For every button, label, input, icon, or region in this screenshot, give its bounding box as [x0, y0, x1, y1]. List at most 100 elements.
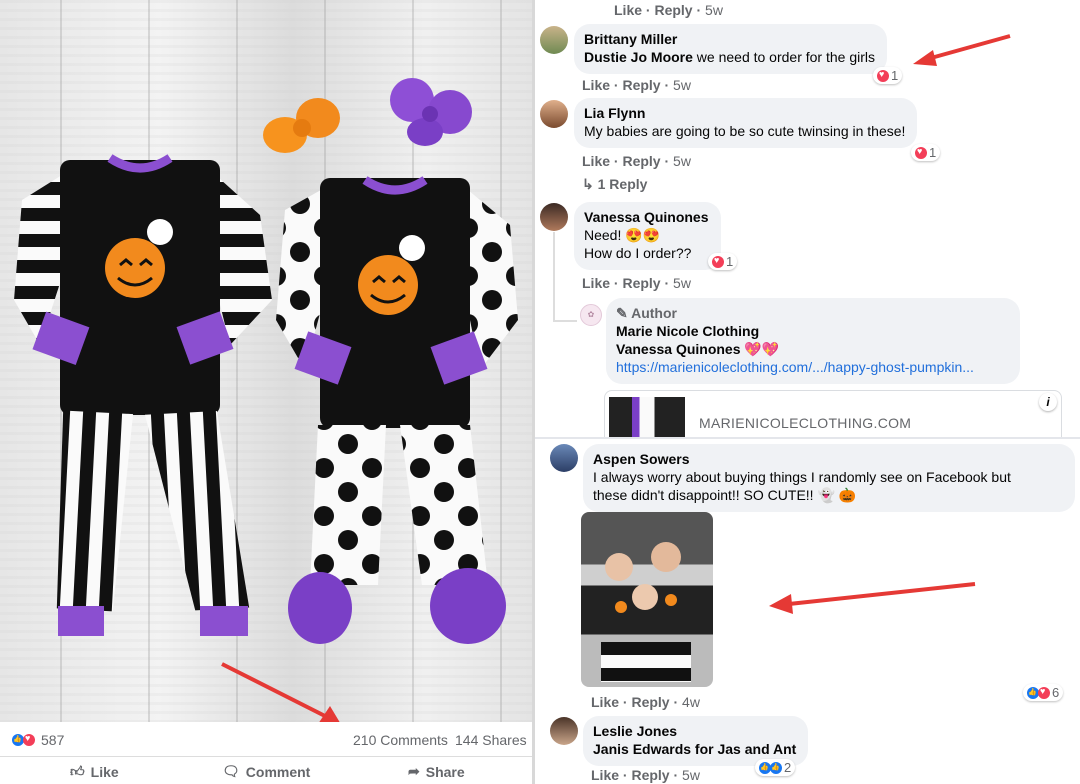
comment-reply-link[interactable]: Reply: [622, 153, 660, 169]
section-separator: [535, 437, 1080, 439]
commenter-name[interactable]: Vanessa Quinones: [584, 208, 709, 226]
avatar[interactable]: [550, 717, 578, 745]
comment-text: Need! 😍😍: [584, 227, 661, 243]
post-actions-bar: 👍︎ Like 🗨︎ Comment ➦ Share: [0, 757, 532, 784]
comment-text: Janis Edwards for Jas and Ant: [593, 741, 797, 757]
comment-age: 5w: [673, 275, 691, 291]
comments-count[interactable]: 210 Comments: [353, 732, 448, 748]
comment-reply-link[interactable]: Reply: [622, 275, 660, 291]
comment-reaction-badge[interactable]: 1: [708, 253, 738, 270]
comment-reaction-badge[interactable]: 1: [873, 67, 903, 84]
comment-like-link[interactable]: Like: [582, 275, 610, 291]
kids-photo: [601, 542, 691, 682]
reply-arrow-icon: ↳: [582, 176, 594, 192]
thumbs-up-icon: 👍︎: [70, 763, 85, 779]
comment-text: How do I order??: [584, 245, 692, 261]
reaction-count: 1: [726, 254, 734, 269]
comment-like-link[interactable]: Like: [582, 77, 610, 93]
link-preview-card[interactable]: MARIENICOLECLOTHING.COM i: [604, 390, 1062, 438]
pencil-icon: ✎: [616, 305, 628, 321]
love-reaction-icon: [877, 69, 889, 82]
like-button[interactable]: 👍︎ Like: [70, 763, 119, 780]
comment-photo[interactable]: [581, 512, 713, 687]
comment-reaction-badge[interactable]: 6: [1023, 684, 1064, 701]
shares-count[interactable]: 144 Shares: [455, 732, 527, 748]
commenter-name[interactable]: Leslie Jones: [593, 722, 796, 740]
love-reaction-icon: [1038, 686, 1050, 699]
polkadot-outfit: [276, 176, 518, 644]
comment-meta: Like · Reply · 5w: [582, 77, 691, 93]
post-photo[interactable]: [0, 0, 532, 722]
share-button[interactable]: ➦ Share: [408, 763, 465, 780]
comment-like-link[interactable]: Like: [591, 767, 619, 783]
comment-bubble: Vanessa Quinones Need! 😍😍 How do I order…: [574, 202, 721, 270]
avatar[interactable]: [540, 100, 568, 128]
comment-like-link[interactable]: Like: [614, 2, 642, 18]
comment-reply-link[interactable]: Reply: [631, 694, 669, 710]
comment-reply-link[interactable]: Reply: [631, 767, 669, 783]
comment-bubble: Brittany Miller Dustie Jo Moore we need …: [574, 24, 888, 74]
like-reaction-icon: [770, 761, 782, 774]
author-badge: ✎ Author: [616, 305, 677, 321]
commenter-name[interactable]: Marie Nicole Clothing: [616, 322, 1008, 340]
red-arrow-annotation: [769, 582, 976, 614]
share-icon: ➦: [408, 763, 420, 779]
reaction-count: 2: [784, 760, 792, 775]
avatar[interactable]: [540, 26, 568, 54]
orange-bow: [263, 98, 340, 153]
emoji: 💖💖: [744, 341, 780, 357]
comment-reply-link[interactable]: Reply: [622, 77, 660, 93]
commenter-name[interactable]: Lia Flynn: [584, 104, 905, 122]
comment-age: 5w: [673, 77, 691, 93]
comment-age: 4w: [682, 694, 700, 710]
reaction-count: 6: [1052, 685, 1060, 700]
love-reaction-icon: [23, 733, 35, 746]
commenter-name[interactable]: Brittany Miller: [584, 30, 875, 48]
comment-icon: 🗨︎: [222, 763, 240, 779]
comment-meta: Like · Reply · 5w: [614, 2, 723, 18]
comment-meta: Like · Reply · 4w: [591, 694, 700, 710]
like-label: Like: [90, 763, 119, 780]
reaction-count: 1: [891, 68, 899, 83]
author-reply-bubble: ✎ Author Marie Nicole Clothing Vanessa Q…: [606, 298, 1020, 384]
comment-text: I always worry about buying things I ran…: [593, 469, 1011, 485]
comment-like-link[interactable]: Like: [582, 153, 610, 169]
pajamas-illustration: [14, 78, 518, 722]
comment-reaction-badge[interactable]: 1: [911, 144, 941, 161]
thread-line: [553, 232, 555, 322]
replies-count: 1 Reply: [597, 176, 648, 192]
comment-text: these didn't disappoint!! SO CUTE!! 👻 🎃: [593, 487, 857, 503]
tagged-user[interactable]: Vanessa Quinones: [616, 341, 741, 357]
commenter-name[interactable]: Aspen Sowers: [593, 450, 1063, 468]
avatar[interactable]: ✿: [580, 304, 602, 326]
comment-bubble: Lia Flynn My babies are going to be so c…: [574, 98, 918, 148]
love-reaction-icon: [915, 146, 927, 159]
comment-button[interactable]: 🗨︎ Comment: [222, 763, 310, 780]
share-label: Share: [425, 763, 465, 780]
striped-outfit: [14, 154, 272, 636]
tagged-user[interactable]: Dustie Jo Moore: [584, 49, 693, 65]
comment-label: Comment: [245, 763, 311, 780]
comment-meta: Like · Reply · 5w: [582, 153, 691, 169]
comment-meta: Like · Reply · 5w: [582, 275, 691, 291]
product-link[interactable]: https://marienicoleclothing.com/.../happ…: [616, 359, 974, 375]
thread-line: [553, 320, 577, 322]
comment-text: My babies are going to be so cute twinsi…: [584, 123, 906, 139]
reaction-count: 1: [929, 145, 937, 160]
comment-text: we need to order for the girls: [692, 49, 876, 65]
avatar[interactable]: [550, 444, 578, 472]
purple-bow: [390, 78, 472, 146]
link-preview-domain: MARIENICOLECLOTHING.COM: [699, 415, 912, 431]
reactions-count[interactable]: 587: [41, 732, 64, 748]
comment-bubble: Aspen Sowers I always worry about buying…: [583, 444, 1075, 512]
avatar[interactable]: [540, 203, 568, 231]
panel-divider: [532, 0, 535, 784]
comment-age: 5w: [673, 153, 691, 169]
comment-meta: Like · Reply · 5w: [591, 767, 700, 783]
comment-like-link[interactable]: Like: [591, 694, 619, 710]
comment-reply-link[interactable]: Reply: [654, 2, 692, 18]
view-replies-link[interactable]: ↳ 1 Reply: [582, 176, 647, 193]
reaction-icons[interactable]: 587: [12, 732, 64, 748]
info-icon[interactable]: i: [1039, 393, 1057, 411]
comment-reaction-badge[interactable]: 2: [755, 759, 796, 776]
